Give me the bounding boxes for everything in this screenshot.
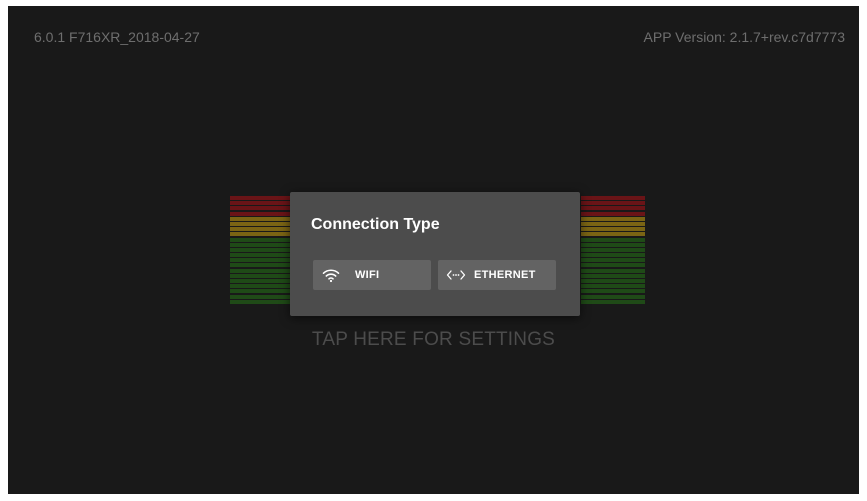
os-version-label: 6.0.1 F716XR_2018-04-27 — [34, 29, 200, 45]
meter-bar — [230, 206, 294, 211]
meter-bar — [581, 279, 645, 283]
meter-bar — [230, 294, 294, 299]
meter-bar — [230, 201, 294, 206]
meter-bar — [581, 284, 645, 289]
meter-bar — [230, 196, 294, 200]
meter-bar — [581, 258, 645, 263]
app-version-label: APP Version: 2.1.7+rev.c7d7773 — [643, 29, 845, 45]
meter-bar — [230, 242, 294, 247]
app-screen: 6.0.1 F716XR_2018-04-27 APP Version: 2.1… — [8, 6, 859, 494]
meter-bar — [230, 211, 294, 216]
meter-bar — [230, 258, 294, 263]
ethernet-icon — [446, 265, 466, 285]
meter-bar — [581, 206, 645, 211]
ethernet-button[interactable]: ETHERNET — [438, 260, 556, 290]
meter-bar — [581, 289, 645, 294]
meter-bar — [230, 247, 294, 252]
connection-type-dialog: Connection Type WIFI ETHERNET — [290, 192, 580, 316]
meter-bar — [581, 253, 645, 258]
meter-bar — [230, 289, 294, 294]
meter-bar — [581, 268, 645, 273]
tap-for-settings-button[interactable]: TAP HERE FOR SETTINGS — [8, 329, 859, 351]
meter-bar — [230, 221, 294, 226]
meter-bar — [230, 279, 294, 283]
left-level-meter — [230, 196, 294, 314]
wifi-button[interactable]: WIFI — [313, 260, 431, 290]
meter-bar — [230, 284, 294, 289]
meter-bar — [581, 273, 645, 278]
meter-bar — [581, 216, 645, 221]
ethernet-button-label: ETHERNET — [474, 269, 536, 281]
meter-bar — [230, 299, 294, 304]
meter-bar — [581, 263, 645, 268]
meter-bar — [581, 242, 645, 247]
meter-bar — [230, 216, 294, 221]
meter-bar — [581, 294, 645, 299]
meter-bar — [230, 232, 294, 237]
meter-bar — [581, 232, 645, 237]
meter-bar — [230, 253, 294, 258]
meter-bar — [581, 227, 645, 232]
dialog-title: Connection Type — [311, 216, 440, 233]
meter-bar — [581, 211, 645, 216]
meter-bar — [230, 237, 294, 242]
meter-bar — [581, 221, 645, 226]
meter-bar — [230, 273, 294, 278]
wifi-button-label: WIFI — [355, 269, 380, 281]
meter-bar — [581, 237, 645, 242]
meter-bar — [581, 299, 645, 304]
wifi-icon — [321, 265, 341, 285]
meter-bar — [581, 196, 645, 200]
meter-bar — [581, 201, 645, 206]
meter-bar — [230, 227, 294, 232]
meter-bar — [581, 247, 645, 252]
meter-bar — [230, 268, 294, 273]
meter-bar — [230, 263, 294, 268]
right-level-meter — [581, 196, 645, 314]
